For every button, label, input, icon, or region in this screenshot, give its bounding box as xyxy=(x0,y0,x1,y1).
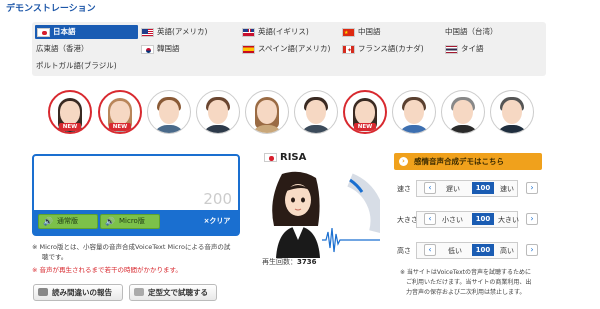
speed-control: 速さ ‹ 遅い 100 速い › xyxy=(394,180,542,197)
speed-value: 100 xyxy=(472,182,494,194)
speaker-avatar[interactable] xyxy=(245,90,289,134)
speaker-icon: 🔊 xyxy=(105,217,115,226)
pitch-control: 高さ ‹ 低い 100 高い › xyxy=(394,242,542,259)
china-flag-icon xyxy=(342,27,355,37)
clear-button[interactable]: ×クリア xyxy=(200,214,234,229)
character-header: RISA xyxy=(264,152,306,163)
language-english-us[interactable]: 英語(アメリカ) xyxy=(141,25,207,39)
disclaimer-line: 力音声の保存および二次利用は禁止します。 xyxy=(406,289,526,296)
micro-mode-button[interactable]: 🔊 Micro版 xyxy=(100,214,160,229)
korea-flag-icon xyxy=(141,44,154,54)
increase-speed-button[interactable]: › xyxy=(526,182,538,194)
pitch-value: 100 xyxy=(472,244,494,256)
micro-note-cont: 聴です。 xyxy=(42,253,68,261)
disclaimer-line: ご利用いただけます。当サイトの商業利用、出 xyxy=(406,279,532,286)
decrease-pitch-button[interactable]: ‹ xyxy=(424,244,436,256)
template-preview-button[interactable]: 定型文で試聴する xyxy=(129,284,217,301)
japan-flag-icon xyxy=(37,27,50,37)
new-badge: NEW xyxy=(59,123,81,131)
uk-flag-icon xyxy=(242,27,255,37)
language-selector: 日本語 英語(アメリカ) 英語(イギリス) 中国語 中国語（台湾） 広東語（香港… xyxy=(32,22,546,76)
language-portuguese[interactable]: ポルトガル語(ブラジル) xyxy=(36,59,117,73)
increase-volume-button[interactable]: › xyxy=(526,213,538,225)
speaker-avatar[interactable] xyxy=(196,90,240,134)
speaker-avatar[interactable] xyxy=(490,90,534,134)
speaker-avatar[interactable]: NEW xyxy=(98,90,142,134)
volume-control: 大きさ ‹ 小さい 100 大きい › xyxy=(394,211,542,228)
text-input-area[interactable]: 200 🔊 通常版 🔊 Micro版 ×クリア xyxy=(32,154,240,236)
emotion-demo-button[interactable]: › 感情音声合成デモはこちら xyxy=(394,153,542,170)
language-spanish[interactable]: スペイン語(アメリカ) xyxy=(242,42,330,56)
speaker-avatar[interactable]: NEW xyxy=(48,90,92,134)
editor-toolbar: 🔊 通常版 🔊 Micro版 ×クリア xyxy=(34,210,238,234)
speaker-avatar[interactable] xyxy=(441,90,485,134)
document-icon xyxy=(134,288,144,296)
speaker-avatar[interactable] xyxy=(147,90,191,134)
language-french-canada[interactable]: フランス語(カナダ) xyxy=(342,42,424,56)
disclaimer-line: ※ 当サイトはVoiceTextの音声を試聴するために xyxy=(400,269,532,276)
micro-note: ※ Micro版とは、小容量の音声合成VoiceText Microによる音声の… xyxy=(32,243,231,251)
language-chinese[interactable]: 中国語 xyxy=(342,25,381,39)
language-japanese[interactable]: 日本語 xyxy=(35,25,138,39)
speaker-icon: 🔊 xyxy=(43,217,53,226)
language-english-uk[interactable]: 英語(イギリス) xyxy=(242,25,309,39)
language-cantonese[interactable]: 広東語（香港） xyxy=(36,42,89,56)
speaker-avatar[interactable] xyxy=(392,90,436,134)
canada-flag-icon xyxy=(342,44,355,54)
new-badge: NEW xyxy=(109,123,131,131)
japan-flag-icon xyxy=(264,153,277,162)
language-chinese-taiwan[interactable]: 中国語（台湾） xyxy=(445,25,498,39)
report-misreading-button[interactable]: 読み間違いの報告 xyxy=(33,284,123,301)
language-thai[interactable]: タイ語 xyxy=(445,42,484,56)
volume-value: 100 xyxy=(472,213,494,225)
increase-pitch-button[interactable]: › xyxy=(526,244,538,256)
risa-illustration xyxy=(272,171,380,258)
character-portrait xyxy=(262,170,380,258)
new-badge: NEW xyxy=(354,123,376,131)
speaker-avatar[interactable]: NEW xyxy=(343,90,387,134)
page-title: デモンストレーション xyxy=(6,4,96,14)
speaker-avatar[interactable] xyxy=(294,90,338,134)
character-name: RISA xyxy=(280,152,307,163)
decrease-speed-button[interactable]: ‹ xyxy=(424,182,436,194)
delay-note: ※ 音声が再生されるまで若干の時間がかかります。 xyxy=(32,266,182,274)
char-count: 200 xyxy=(203,190,232,208)
speech-bubble-icon xyxy=(38,288,48,296)
thailand-flag-icon xyxy=(445,44,458,54)
us-flag-icon xyxy=(141,27,154,37)
decrease-volume-button[interactable]: ‹ xyxy=(424,213,436,225)
spain-flag-icon xyxy=(242,44,255,54)
chevron-right-icon: › xyxy=(399,157,408,166)
play-count: 再生回数：3736 xyxy=(262,258,317,266)
language-korean[interactable]: 韓国語 xyxy=(141,42,180,56)
normal-mode-button[interactable]: 🔊 通常版 xyxy=(38,214,98,229)
